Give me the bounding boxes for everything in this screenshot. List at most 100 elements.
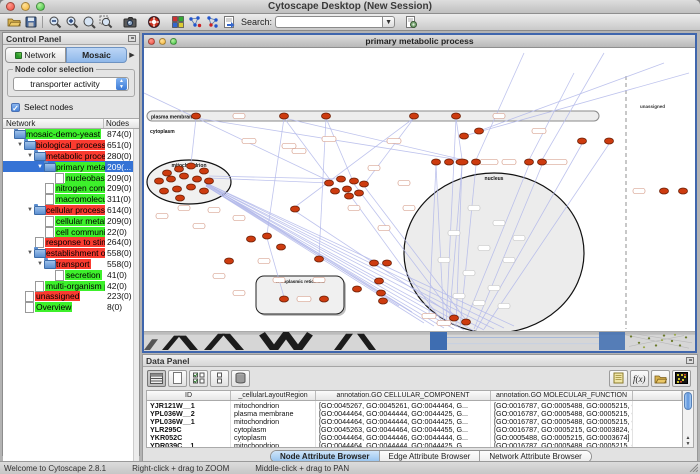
tree-row[interactable]: macromolecule me311(0) bbox=[3, 194, 139, 205]
select-nodes-checkbox[interactable]: ✓ bbox=[11, 103, 20, 112]
graph-node[interactable] bbox=[291, 206, 300, 212]
graph-node[interactable] bbox=[247, 236, 256, 242]
search-dropdown-arrow[interactable]: ▼ bbox=[383, 16, 395, 28]
graph-node[interactable] bbox=[578, 138, 587, 144]
graph-node[interactable] bbox=[343, 186, 352, 192]
column-header[interactable]: annotation.GO MOLECULAR_FUNCTION bbox=[491, 391, 633, 400]
annotation-2-icon[interactable] bbox=[203, 15, 220, 30]
search-input[interactable] bbox=[275, 16, 383, 28]
graph-node[interactable] bbox=[345, 193, 354, 199]
table-row[interactable]: YDR039C__1mitochondrion[GO:0044464, GO:0… bbox=[147, 441, 682, 448]
delete-attribute-icon[interactable] bbox=[231, 370, 250, 387]
help-icon[interactable] bbox=[145, 15, 162, 30]
graph-node[interactable] bbox=[337, 176, 346, 182]
function-builder-icon[interactable]: f(x) bbox=[630, 370, 649, 387]
graph-node[interactable] bbox=[538, 159, 547, 165]
graph-node[interactable] bbox=[452, 113, 461, 119]
graph-edge[interactable] bbox=[191, 118, 196, 164]
graph-node[interactable] bbox=[163, 170, 172, 176]
tab-mosaic[interactable]: Mosaic bbox=[66, 47, 127, 63]
expand-triangle-icon[interactable]: ▼ bbox=[36, 164, 44, 170]
layout-icon[interactable] bbox=[220, 15, 237, 30]
new-attribute-icon[interactable] bbox=[168, 370, 187, 387]
network-canvas[interactable]: plasma membrane cytoplasm mitochondrion … bbox=[144, 48, 695, 331]
node-color-dropdown[interactable]: transporter activity ▲▼ bbox=[13, 77, 129, 91]
snapshot-icon[interactable] bbox=[121, 15, 138, 30]
graph-node[interactable] bbox=[200, 168, 209, 174]
graph-node[interactable] bbox=[370, 260, 379, 266]
unselect-attributes-icon[interactable] bbox=[210, 370, 229, 387]
graph-node[interactable] bbox=[277, 244, 286, 250]
graph-node[interactable] bbox=[322, 113, 331, 119]
tree-row[interactable]: ▼establishment of loc558(0) bbox=[3, 248, 139, 259]
expand-triangle-icon[interactable]: ▼ bbox=[36, 261, 44, 267]
zoom-in-icon[interactable] bbox=[63, 15, 80, 30]
tree-row[interactable]: ▼transport558(0) bbox=[3, 259, 139, 270]
zoom-out-icon[interactable] bbox=[46, 15, 63, 30]
tree-row[interactable]: nitrogen compoun209(0) bbox=[3, 183, 139, 194]
graph-node[interactable] bbox=[325, 180, 334, 186]
open-icon[interactable] bbox=[5, 15, 22, 30]
matrix-view-icon[interactable] bbox=[672, 370, 691, 387]
tree-scrollbar[interactable] bbox=[133, 129, 139, 474]
graph-node[interactable] bbox=[432, 159, 441, 165]
import-attributes-icon[interactable] bbox=[651, 370, 670, 387]
graph-edge[interactable] bbox=[366, 118, 414, 182]
graph-node[interactable] bbox=[167, 176, 176, 182]
graph-node[interactable] bbox=[155, 178, 164, 184]
tree-row[interactable]: unassigned223(0) bbox=[3, 291, 139, 302]
graph-node[interactable] bbox=[383, 260, 392, 266]
tree-row[interactable]: multi-organism pro42(0) bbox=[3, 280, 139, 291]
graph-node[interactable] bbox=[456, 159, 468, 165]
tree-row[interactable]: Overview8(0) bbox=[3, 302, 139, 313]
graph-node[interactable] bbox=[263, 233, 272, 239]
expand-triangle-icon[interactable]: ▼ bbox=[26, 207, 34, 213]
column-header[interactable]: _cellularLayoutRegion bbox=[231, 391, 316, 400]
tree-row[interactable]: cell communication22(0) bbox=[3, 226, 139, 237]
column-header[interactable]: annotation.GO CELLULAR_COMPONENT bbox=[316, 391, 491, 400]
graph-node[interactable] bbox=[280, 296, 289, 302]
graph-node[interactable] bbox=[360, 181, 369, 187]
graph-node[interactable] bbox=[180, 173, 189, 179]
graph-node[interactable] bbox=[462, 319, 471, 325]
graph-node[interactable] bbox=[472, 159, 481, 165]
scrollbar-arrows[interactable]: ▲▼ bbox=[683, 435, 693, 447]
tree-row[interactable]: mosaic-demo-yeast874(0) bbox=[3, 129, 139, 140]
graph-node[interactable] bbox=[176, 195, 185, 201]
graph-edge[interactable] bbox=[542, 53, 604, 160]
graph-node[interactable] bbox=[525, 159, 534, 165]
annotation-1-icon[interactable] bbox=[186, 15, 203, 30]
graph-node[interactable] bbox=[475, 128, 484, 134]
table-scrollbar-thumb[interactable] bbox=[684, 392, 692, 410]
graph-node[interactable] bbox=[205, 178, 214, 184]
tree-row[interactable]: ▼primary metabolic pr209(... bbox=[3, 161, 139, 172]
vizmapper-icon[interactable] bbox=[169, 15, 186, 30]
tree-row[interactable]: secretion41(0) bbox=[3, 269, 139, 280]
network-view-titlebar[interactable]: primary metabolic process bbox=[144, 35, 695, 48]
select-attributes-icon[interactable] bbox=[189, 370, 208, 387]
graph-node[interactable] bbox=[160, 188, 169, 194]
graph-node[interactable] bbox=[192, 113, 201, 119]
graph-node[interactable] bbox=[350, 178, 359, 184]
zoom-fit-icon[interactable] bbox=[80, 15, 97, 30]
graph-node[interactable] bbox=[355, 190, 364, 196]
filter-icon[interactable] bbox=[402, 15, 419, 30]
tree-row[interactable]: ▼cellular process614(0) bbox=[3, 205, 139, 216]
graph-node[interactable] bbox=[679, 188, 688, 194]
tab-network[interactable]: Network bbox=[5, 47, 66, 63]
expand-triangle-icon[interactable]: ▼ bbox=[26, 250, 34, 256]
graph-node[interactable] bbox=[410, 113, 419, 119]
float-panel-icon[interactable] bbox=[128, 35, 136, 42]
graph-node[interactable] bbox=[353, 286, 362, 292]
graph-node[interactable] bbox=[660, 188, 669, 194]
nodes-column-header[interactable]: Nodes bbox=[104, 119, 139, 128]
graph-node[interactable] bbox=[375, 278, 384, 284]
graph-node[interactable] bbox=[187, 184, 196, 190]
save-icon[interactable] bbox=[22, 15, 39, 30]
tree-row[interactable]: ▼biological_process651(0) bbox=[3, 140, 139, 151]
graph-node[interactable] bbox=[379, 298, 388, 304]
graph-node[interactable] bbox=[377, 290, 386, 296]
graph-node[interactable] bbox=[225, 258, 234, 264]
expand-triangle-icon[interactable]: ▼ bbox=[16, 142, 24, 148]
graph-node[interactable] bbox=[173, 186, 182, 192]
